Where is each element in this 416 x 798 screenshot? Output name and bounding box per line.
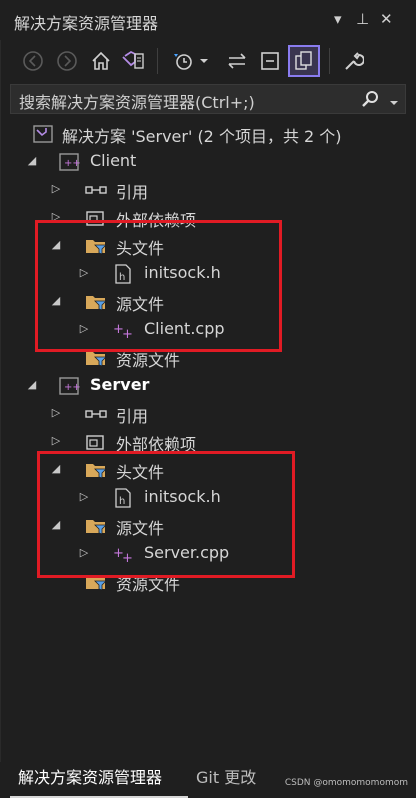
cpp-project-icon: ++ bbox=[58, 376, 81, 396]
expanded-arrow-icon[interactable]: ◢ bbox=[26, 153, 38, 169]
history-clock-icon[interactable] bbox=[168, 46, 198, 76]
expanded-arrow-icon[interactable]: ◢ bbox=[26, 377, 38, 393]
collapse-all-icon[interactable] bbox=[256, 46, 286, 76]
search-box[interactable]: 搜索解决方案资源管理器(Ctrl+;) bbox=[10, 84, 406, 114]
svg-text:++: ++ bbox=[64, 382, 80, 393]
vs-solution-icon[interactable] bbox=[118, 46, 148, 76]
sync-icon[interactable] bbox=[222, 46, 252, 76]
tree-item-references[interactable]: ▷ 引用 bbox=[0, 400, 416, 428]
panel-title: 解决方案资源管理器 bbox=[14, 14, 159, 33]
title-bar: 解决方案资源管理器 ▾ ⊥ ✕ bbox=[0, 0, 416, 40]
search-options-dropdown-icon[interactable] bbox=[389, 93, 399, 111]
dropdown-arrow-icon[interactable] bbox=[196, 46, 212, 76]
external-deps-icon bbox=[84, 432, 106, 452]
properties-wrench-icon[interactable] bbox=[338, 46, 368, 76]
tree-item-project-server[interactable]: ◢ ++ Server bbox=[0, 372, 416, 400]
highlight-box-client bbox=[35, 220, 282, 352]
tree-item-label: 引用 bbox=[116, 407, 149, 426]
watermark: CSDN @omomomomomom bbox=[284, 778, 408, 788]
solution-icon bbox=[32, 124, 54, 144]
references-icon bbox=[84, 404, 107, 424]
collapsed-arrow-icon[interactable]: ▷ bbox=[50, 405, 62, 421]
search-icon[interactable] bbox=[361, 89, 381, 113]
pin-icon[interactable]: ⊥ bbox=[356, 10, 369, 28]
tree-item-label: Client bbox=[90, 151, 137, 170]
window-options-dropdown-icon[interactable]: ▾ bbox=[334, 10, 342, 28]
tree-item-solution[interactable]: 解决方案 'Server' (2 个项目，共 2 个) bbox=[0, 120, 416, 148]
forward-icon[interactable] bbox=[52, 46, 82, 76]
tree-item-label: 引用 bbox=[116, 183, 149, 202]
back-icon[interactable] bbox=[18, 46, 48, 76]
solution-tree: 解决方案 'Server' (2 个项目，共 2 个) ◢ ++ Client … bbox=[0, 120, 416, 760]
tab-solution-explorer[interactable]: 解决方案资源管理器 bbox=[10, 762, 188, 798]
home-icon[interactable] bbox=[86, 46, 116, 76]
cpp-project-icon: ++ bbox=[58, 152, 81, 172]
tree-item-label: 解决方案 'Server' (2 个项目，共 2 个) bbox=[62, 127, 342, 146]
collapsed-arrow-icon[interactable]: ▷ bbox=[50, 433, 62, 449]
tree-item-project-client[interactable]: ◢ ++ Client bbox=[0, 148, 416, 176]
tab-git-changes[interactable]: Git 更改 bbox=[196, 762, 276, 798]
svg-text:++: ++ bbox=[64, 158, 80, 169]
tree-item-label: Server bbox=[90, 375, 150, 394]
toolbar-separator bbox=[329, 48, 330, 74]
tree-item-references[interactable]: ▷ 引用 bbox=[0, 176, 416, 204]
close-icon[interactable]: ✕ bbox=[380, 10, 393, 28]
search-input[interactable]: 搜索解决方案资源管理器(Ctrl+;) bbox=[19, 89, 255, 113]
collapsed-arrow-icon[interactable]: ▷ bbox=[50, 181, 62, 197]
references-icon bbox=[84, 180, 107, 200]
show-all-files-icon[interactable] bbox=[288, 45, 320, 77]
toolbar-separator bbox=[157, 48, 158, 74]
highlight-box-server bbox=[37, 451, 295, 578]
